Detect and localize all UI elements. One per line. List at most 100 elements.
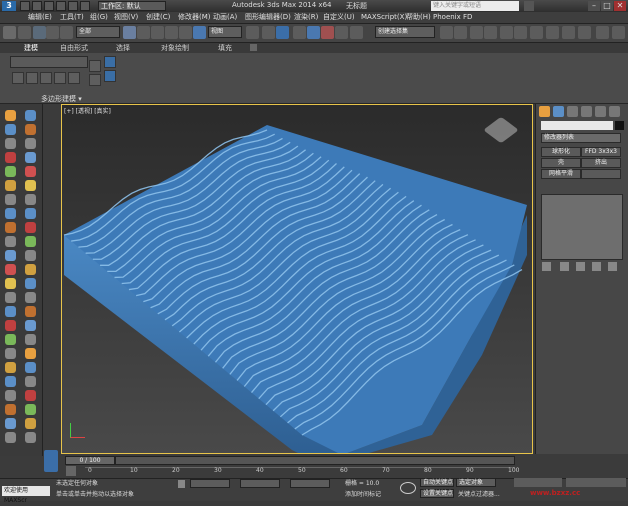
named-selection-dropdown[interactable]: 创建选择集 (375, 26, 435, 38)
undo-icon[interactable] (56, 1, 66, 11)
maxscript-listener[interactable]: 欢迎使用 MAXScr (2, 486, 50, 504)
snaps-toggle-icon[interactable] (293, 26, 306, 39)
time-slider-track[interactable] (115, 456, 515, 465)
set-key-icon[interactable] (400, 482, 416, 494)
close-button[interactable]: ✕ (614, 1, 626, 11)
meshsmooth-button[interactable]: 网格平滑 (541, 169, 581, 179)
left-tool-icon[interactable] (25, 348, 36, 359)
modifier-stack-list[interactable] (541, 194, 623, 260)
y-coordinate-field[interactable] (240, 479, 280, 488)
link-icon[interactable] (33, 26, 46, 39)
open-curve-editor-icon[interactable] (66, 466, 76, 476)
left-tool-icon[interactable] (5, 250, 16, 261)
left-tool-icon[interactable] (25, 110, 36, 121)
extrude-button[interactable]: 挤出 (581, 158, 621, 168)
display-tab-icon[interactable] (595, 106, 606, 117)
app-logo-icon[interactable]: 3 (2, 1, 16, 11)
left-tool-icon[interactable] (5, 152, 16, 163)
ribbon-tab-object-paint[interactable]: 对象绘制 (161, 44, 189, 52)
left-tool-icon[interactable] (25, 194, 36, 205)
ribbon-minimize-icon[interactable] (250, 44, 257, 51)
schematic-view-icon[interactable] (514, 26, 527, 39)
left-tool-icon[interactable] (25, 250, 36, 261)
ribbon-tab-populate[interactable]: 填充 (218, 44, 232, 52)
unlink-icon[interactable] (46, 26, 59, 39)
left-tool-icon[interactable] (5, 110, 16, 121)
create-tab-icon[interactable] (539, 106, 550, 117)
left-tool-icon[interactable] (5, 404, 16, 415)
left-tool-icon[interactable] (5, 194, 16, 205)
empty-modifier-button[interactable] (581, 169, 621, 179)
z-coordinate-field[interactable] (290, 479, 330, 488)
edge-subobject-icon[interactable] (12, 72, 24, 84)
bind-space-warp-icon[interactable] (60, 26, 73, 39)
left-tool-icon[interactable] (25, 404, 36, 415)
key-filters-button[interactable]: 关键点过滤器... (458, 489, 500, 498)
hierarchy-tab-icon[interactable] (567, 106, 578, 117)
edit-named-selection-icon[interactable] (350, 26, 363, 39)
rotate-icon[interactable] (179, 26, 192, 39)
frame-field[interactable] (566, 478, 626, 487)
ribbon-tab-modeling[interactable]: 建模 (24, 44, 38, 52)
select-object-icon[interactable] (123, 26, 136, 39)
scale-icon[interactable] (193, 26, 206, 39)
left-tool-icon[interactable] (25, 152, 36, 163)
auto-key-button[interactable]: 自动关键点 (420, 478, 454, 487)
maximize-button[interactable]: □ (601, 1, 613, 11)
perspective-viewport[interactable] (61, 104, 533, 454)
render-iterative-icon[interactable] (596, 26, 609, 39)
remove-modifier-icon[interactable] (592, 262, 601, 271)
mirror-icon[interactable] (440, 26, 453, 39)
material-editor-icon[interactable] (530, 26, 543, 39)
lock-selection-icon[interactable] (178, 480, 185, 488)
left-tool-icon[interactable] (5, 124, 16, 135)
select-and-manipulate-icon[interactable] (262, 26, 275, 39)
layer-manager-icon[interactable] (470, 26, 483, 39)
percent-snap-icon[interactable] (321, 26, 334, 39)
left-tool-icon[interactable] (25, 124, 36, 135)
menu-tools[interactable]: 工具(T) (60, 13, 84, 22)
left-tool-icon[interactable] (5, 292, 16, 303)
left-tool-icon[interactable] (5, 418, 16, 429)
left-tool-icon[interactable] (5, 376, 16, 387)
left-tool-icon[interactable] (5, 320, 16, 331)
show-end-result-stack-icon[interactable] (560, 262, 569, 271)
menu-modifiers[interactable]: 修改器(M) (178, 13, 211, 22)
menu-phoenix-fd[interactable]: Phoenix FD (433, 13, 472, 22)
left-tool-icon[interactable] (5, 138, 16, 149)
rectangular-selection-icon[interactable] (151, 26, 164, 39)
menu-help[interactable]: 帮助(H) (406, 13, 431, 22)
left-tool-icon[interactable] (5, 348, 16, 359)
project-folder-icon[interactable] (80, 1, 90, 11)
left-tool-icon[interactable] (5, 390, 16, 401)
menu-edit[interactable]: 编辑(E) (28, 13, 52, 22)
stack-down-icon[interactable] (89, 74, 101, 86)
angle-snap-icon[interactable] (307, 26, 320, 39)
add-time-tag[interactable]: 添加时间标记 (345, 489, 381, 498)
left-tool-icon[interactable] (25, 278, 36, 289)
selection-filter-dropdown[interactable]: 全部 (76, 26, 120, 38)
workspace-dropdown[interactable]: 工作区: 默认 (98, 1, 166, 11)
menu-create[interactable]: 创建(C) (146, 13, 170, 22)
vertex-subobject-icon[interactable] (26, 72, 38, 84)
reference-coordinate-dropdown[interactable]: 视图 (208, 26, 242, 38)
make-unique-icon[interactable] (576, 262, 585, 271)
keyboard-shortcut-icon[interactable] (276, 26, 289, 39)
save-file-icon[interactable] (44, 1, 54, 11)
border-subobject-icon[interactable] (40, 72, 52, 84)
mini-listener-icon[interactable] (44, 450, 58, 472)
left-tool-icon[interactable] (25, 180, 36, 191)
left-tool-icon[interactable] (5, 334, 16, 345)
left-tool-icon[interactable] (25, 418, 36, 429)
left-tool-icon[interactable] (5, 362, 16, 373)
polygon-subobject-icon[interactable] (54, 72, 66, 84)
left-tool-icon[interactable] (25, 264, 36, 275)
left-tool-icon[interactable] (5, 208, 16, 219)
move-icon[interactable] (165, 26, 178, 39)
new-file-icon[interactable] (20, 1, 30, 11)
left-tool-icon[interactable] (25, 320, 36, 331)
spinner-snap-icon[interactable] (335, 26, 348, 39)
menu-rendering[interactable]: 渲染(R) (294, 13, 318, 22)
playback-controls[interactable] (514, 478, 562, 487)
object-name-field[interactable] (541, 121, 613, 130)
